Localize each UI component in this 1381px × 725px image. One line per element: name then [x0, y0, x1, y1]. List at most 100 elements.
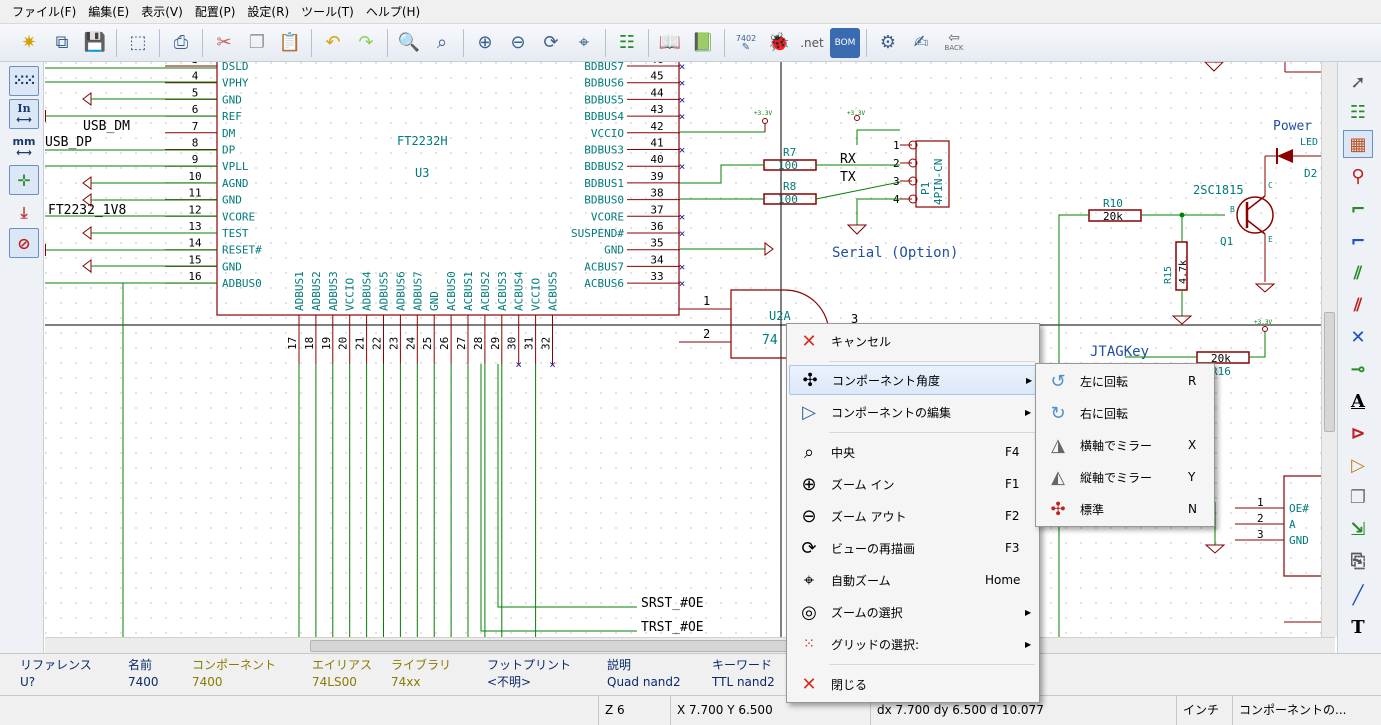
net-label-icon[interactable]: A	[1343, 387, 1373, 415]
no-connect-mark: ×	[679, 210, 686, 223]
zoom-auto-icon[interactable]: ⌖	[569, 28, 599, 58]
menu-rotate-ccw-accel: R	[1188, 374, 1197, 388]
cvpcb-icon[interactable]: ⚙	[873, 28, 903, 58]
bom-icon[interactable]: BOM	[830, 27, 860, 58]
buffer-pin-number: 1	[1257, 496, 1264, 509]
cut-icon[interactable]: ✂	[209, 28, 239, 58]
mirror-y-icon: ◭	[1051, 466, 1065, 488]
u3-pin-name: ADBUS5	[378, 271, 391, 311]
units-inch-button[interactable]: In ⟷	[9, 99, 39, 129]
menu-preferences[interactable]: 設定(R)	[241, 1, 295, 23]
u3-pin-number: 31	[523, 337, 536, 350]
menu-mirror-x[interactable]: ◮ 横軸でミラー X	[1038, 430, 1212, 460]
menu-edit-component[interactable]: ▷ コンポーネントの編集 ▶	[789, 397, 1037, 427]
back-import-icon[interactable]: ⇦ BACK	[939, 28, 969, 58]
redo-icon[interactable]: ↷	[351, 28, 381, 58]
menu-place[interactable]: 配置(P)	[189, 1, 242, 23]
graphic-line-icon[interactable]: ╱	[1343, 581, 1373, 609]
import-sheet-pin-icon[interactable]: ⇲	[1343, 515, 1373, 543]
net-label-srst: SRST_#OE	[641, 596, 704, 611]
edit-component-icon: ▷	[802, 401, 816, 423]
place-wire-icon[interactable]: ⌐	[1343, 195, 1373, 223]
page-settings-icon[interactable]: ⬚	[123, 28, 153, 58]
grid-toggle-icon[interactable]: ⁙⁙	[9, 66, 39, 96]
menu-zoom-in[interactable]: ⊕ ズーム イン F1	[789, 469, 1037, 499]
print-icon[interactable]: ⎙	[166, 28, 196, 58]
erc-icon[interactable]: 🐞	[764, 28, 794, 58]
menu-zoom-select[interactable]: ◎ ズームの選択 ▶	[789, 597, 1037, 627]
menu-help[interactable]: ヘルプ(H)	[360, 1, 426, 23]
rotate-cw-icon: ↻	[1050, 402, 1066, 424]
d2-ref: D2	[1304, 167, 1317, 180]
status-mode: コンポーネントの...	[1232, 696, 1381, 725]
menu-file[interactable]: ファイル(F)	[6, 1, 82, 23]
cursor-shape-icon[interactable]: ✛	[9, 165, 39, 195]
menu-zoom-out[interactable]: ⊖ ズーム アウト F2	[789, 501, 1037, 531]
units-mm-button[interactable]: mm ⟷	[9, 132, 39, 162]
no-connect-mark: ×	[549, 358, 556, 371]
r10-ref: R10	[1103, 197, 1123, 210]
copy-icon[interactable]: ❐	[242, 28, 272, 58]
new-schematic-icon[interactable]: ✷	[14, 28, 44, 58]
horizontal-scrollbar[interactable]	[45, 637, 1335, 653]
sheet-pin-icon[interactable]: ⎘	[1343, 547, 1373, 575]
hidden-pins-icon[interactable]: ⤓	[9, 198, 39, 228]
vertical-scrollbar-thumb[interactable]	[1324, 312, 1335, 432]
zoom-in-icon[interactable]: ⊕	[470, 28, 500, 58]
u3-pin-number: 14	[188, 237, 202, 250]
redraw-icon[interactable]: ⟳	[536, 28, 566, 58]
graphic-text-icon[interactable]: T	[1343, 613, 1373, 641]
annotate-icon[interactable]: 7402 ✎	[731, 28, 761, 58]
schematic-canvas[interactable]: FT2232H U3 3 DSLD 4 VPHY 5 GND 6 REF 7 DM 8 DP 9 VPLL…	[45, 62, 1335, 637]
global-label-icon[interactable]: ⊳	[1343, 419, 1373, 447]
select-arrow-icon[interactable]: ➚	[1343, 68, 1373, 96]
menu-view[interactable]: 表示(V)	[135, 1, 189, 23]
netlist-icon[interactable]: .net	[797, 28, 827, 58]
place-power-icon[interactable]: ⚲	[1343, 162, 1373, 190]
wire-to-bus-icon[interactable]: ⫽	[1343, 259, 1373, 287]
grid-select-icon: ⁙	[803, 636, 815, 652]
menu-zoom-auto[interactable]: ⌖ 自動ズーム Home	[789, 565, 1037, 595]
u3-pin-number: 40	[650, 153, 663, 166]
place-component-icon[interactable]: ▦	[1343, 130, 1373, 158]
zoom-out-icon[interactable]: ⊖	[503, 28, 533, 58]
p1-pin-number: 2	[893, 157, 900, 170]
menu-tools[interactable]: ツール(T)	[295, 1, 360, 23]
open-schematic-icon[interactable]: ⧉	[47, 28, 77, 58]
library-browser-icon[interactable]: 📗	[688, 28, 718, 58]
pcbnew-icon[interactable]: ✍	[906, 28, 936, 58]
hierarchical-label-icon[interactable]: ▷	[1343, 451, 1373, 479]
find-icon[interactable]: 🔍	[394, 28, 424, 58]
bus-to-bus-icon[interactable]: ⫽	[1343, 291, 1373, 319]
menu-center[interactable]: ⌕ 中央 F4	[789, 437, 1037, 467]
menu-redraw[interactable]: ⟳ ビューの再描画 F3	[789, 533, 1037, 563]
junction-icon[interactable]: ⊸	[1343, 355, 1373, 383]
menu-component-orientation[interactable]: ✣ コンポーネント角度 ▶	[789, 365, 1037, 395]
place-bus-icon[interactable]: ⌐	[1343, 227, 1373, 255]
library-editor-icon[interactable]: 📖	[655, 28, 685, 58]
menu-mirror-y[interactable]: ◭ 縦軸でミラー Y	[1038, 462, 1212, 492]
undo-icon[interactable]: ↶	[318, 28, 348, 58]
find-replace-icon[interactable]: ⌕	[427, 28, 457, 58]
menu-rotate-ccw[interactable]: ↺ 左に回転 R	[1038, 366, 1212, 396]
menu-close[interactable]: ✕ 閉じる	[789, 669, 1037, 699]
menu-normal-orientation[interactable]: ✣ 標準 N	[1038, 494, 1212, 524]
hierarchy-push-icon[interactable]: ☷	[1343, 98, 1373, 126]
hierarchy-navigator-icon[interactable]: ☷	[612, 28, 642, 58]
bus-wire-orientation-icon[interactable]: ⊘	[9, 228, 39, 258]
status-units: インチ	[1176, 696, 1232, 725]
u3-pin-number: 12	[188, 203, 201, 216]
menu-cancel[interactable]: ✕ キャンセル	[789, 326, 1037, 356]
redraw-icon: ⟳	[801, 537, 817, 559]
menu-grid-select[interactable]: ⁙ グリッドの選択: ▶	[789, 629, 1037, 659]
menu-rotate-cw[interactable]: ↻ 右に回転	[1038, 398, 1212, 428]
annotate-badge: 7402	[735, 33, 757, 43]
paste-icon[interactable]: 📋	[275, 28, 305, 58]
menu-edit[interactable]: 編集(E)	[82, 1, 135, 23]
hierarchical-sheet-icon[interactable]: ❐	[1343, 483, 1373, 511]
vertical-scrollbar[interactable]	[1321, 62, 1337, 637]
msg-keywords: キーワード TTL nand2	[712, 658, 775, 689]
save-icon[interactable]: 💾	[80, 28, 110, 58]
no-connect-icon[interactable]: ✕	[1343, 323, 1373, 351]
u3-pin-number: 3	[192, 62, 199, 66]
